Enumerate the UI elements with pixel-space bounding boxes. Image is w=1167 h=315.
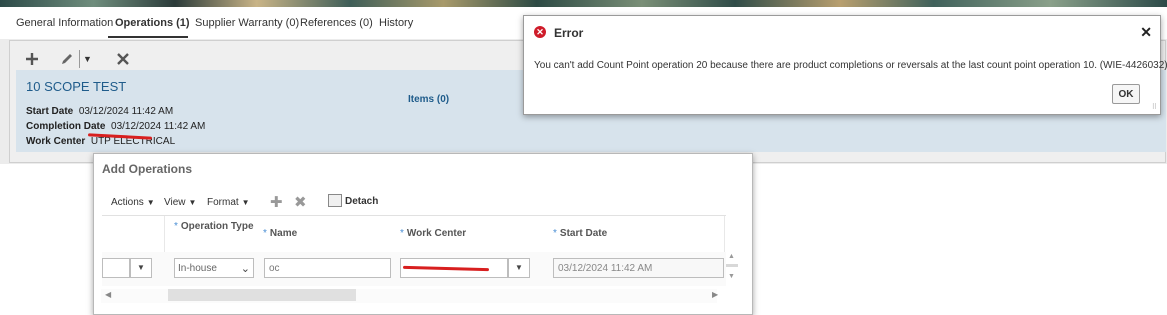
detach-button[interactable]: Detach (345, 196, 378, 207)
dialog-toolbar: Actions ▼ View ▼ Format ▼ ✚ ✖ Detach (94, 190, 752, 214)
scroll-thumb[interactable] (168, 289, 356, 301)
plus-icon[interactable]: ✚ (270, 193, 283, 211)
column-operation-type[interactable]: * Operation Type (174, 221, 254, 232)
column-start-date[interactable]: * Start Date (553, 228, 607, 239)
column-divider (724, 216, 725, 252)
operation-title[interactable]: 10 SCOPE TEST (26, 79, 126, 94)
toolbar-separator (79, 50, 80, 68)
close-icon[interactable]: ✕ (1140, 24, 1152, 41)
error-title: Error (554, 26, 584, 40)
error-icon: ✕ (534, 26, 546, 38)
start-date-row: Start Date 03/12/2024 11:42 AM (26, 106, 173, 117)
detach-icon[interactable] (328, 194, 342, 207)
resize-grip-icon[interactable]: ⠿ (1152, 103, 1157, 111)
completion-date-value: 03/12/2024 11:42 AM (111, 121, 206, 132)
error-message: You can't add Count Point operation 20 b… (534, 60, 1167, 71)
work-center-row: Work Center UTP ELECTRICAL (26, 136, 175, 147)
start-date-label: Start Date (26, 106, 74, 117)
tab-history[interactable]: History (379, 17, 413, 29)
start-date-value: 03/12/2024 11:42 AM (78, 106, 174, 117)
scroll-thumb[interactable] (726, 264, 738, 267)
tab-operations[interactable]: Operations (1) (115, 17, 190, 29)
vertical-scrollbar[interactable]: ▲ ▼ (725, 253, 739, 283)
items-link[interactable]: Items (0) (408, 94, 449, 105)
tab-references[interactable]: References (0) (300, 17, 373, 29)
view-menu[interactable]: View ▼ (164, 197, 196, 208)
dialog-title: Add Operations (102, 162, 193, 176)
start-date-input[interactable]: 03/12/2024 11:42 AM (553, 258, 724, 278)
actions-menu[interactable]: Actions ▼ (111, 197, 155, 208)
scroll-right-icon[interactable]: ▶ (712, 290, 718, 299)
scroll-down-icon[interactable]: ▼ (728, 273, 735, 280)
operation-type-select[interactable]: In-house ⌄ (174, 258, 254, 278)
chevron-down-icon[interactable]: ▼ (83, 54, 92, 64)
completion-date-label: Completion Date (26, 121, 106, 132)
scroll-left-icon[interactable]: ◀ (105, 290, 111, 299)
error-dialog: ✕ Error ✕ You can't add Count Point oper… (523, 15, 1167, 115)
name-input[interactable]: oc (264, 258, 391, 278)
plus-icon[interactable] (24, 52, 40, 68)
scroll-up-icon[interactable]: ▲ (728, 253, 735, 260)
grid-header: * Operation Type * Name * Work Center * Star… (102, 215, 726, 253)
row-selector-field[interactable] (102, 258, 130, 278)
column-work-center[interactable]: * Work Center (400, 228, 466, 239)
ok-button[interactable]: OK (1112, 84, 1140, 104)
header-banner (0, 0, 1167, 7)
tab-supplier-warranty[interactable]: Supplier Warranty (0) (195, 17, 299, 29)
table-row: ▼ In-house ⌄ oc ▼ 03/12/2024 11:42 AM (102, 252, 726, 286)
close-icon[interactable] (115, 52, 131, 68)
format-menu[interactable]: Format ▼ (207, 197, 250, 208)
close-icon[interactable]: ✖ (294, 193, 307, 211)
chevron-down-icon[interactable]: ▼ (508, 258, 530, 278)
column-divider (164, 216, 165, 252)
work-center-label: Work Center (26, 136, 86, 147)
pencil-icon[interactable] (59, 52, 75, 68)
active-tab-indicator (108, 36, 188, 38)
completion-date-row: Completion Date 03/12/2024 11:42 AM (26, 121, 205, 132)
tab-general-information[interactable]: General Information (16, 17, 113, 29)
chevron-down-icon[interactable]: ▼ (130, 258, 152, 278)
column-name[interactable]: * Name (263, 228, 297, 239)
